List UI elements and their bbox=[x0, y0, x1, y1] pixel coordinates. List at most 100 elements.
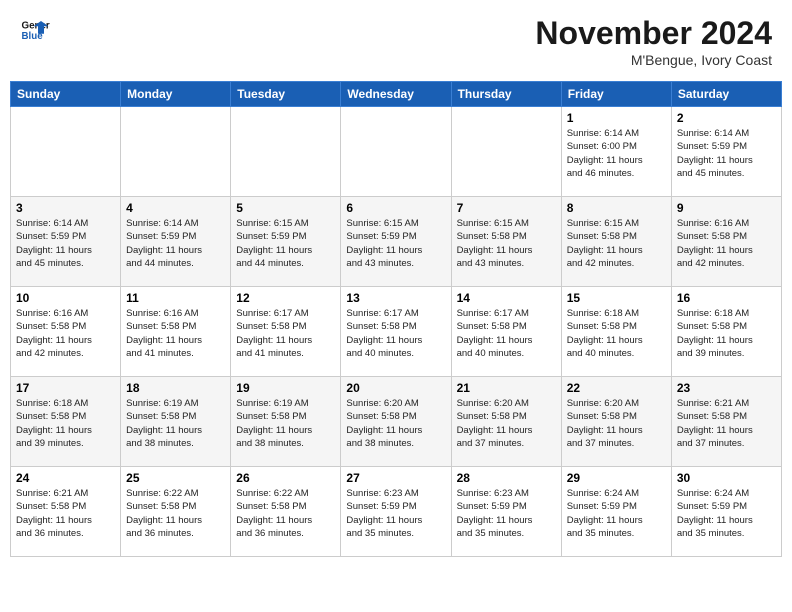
calendar-cell: 9 Sunrise: 6:16 AM Sunset: 5:58 PM Daylig… bbox=[671, 197, 781, 287]
day-info: Sunrise: 6:18 AM Sunset: 5:58 PM Dayligh… bbox=[677, 307, 776, 360]
day-number: 10 bbox=[16, 291, 115, 305]
calendar-week-row: 1 Sunrise: 6:14 AM Sunset: 6:00 PM Daylig… bbox=[11, 107, 782, 197]
day-info: Sunrise: 6:17 AM Sunset: 5:58 PM Dayligh… bbox=[236, 307, 335, 360]
calendar-cell bbox=[451, 107, 561, 197]
calendar-cell: 22 Sunrise: 6:20 AM Sunset: 5:58 PM Dayli… bbox=[561, 377, 671, 467]
day-info: Sunrise: 6:18 AM Sunset: 5:58 PM Dayligh… bbox=[16, 397, 115, 450]
day-info: Sunrise: 6:16 AM Sunset: 5:58 PM Dayligh… bbox=[677, 217, 776, 270]
day-number: 5 bbox=[236, 201, 335, 215]
calendar-cell: 16 Sunrise: 6:18 AM Sunset: 5:58 PM Dayli… bbox=[671, 287, 781, 377]
calendar-week-row: 3 Sunrise: 6:14 AM Sunset: 5:59 PM Daylig… bbox=[11, 197, 782, 287]
day-info: Sunrise: 6:23 AM Sunset: 5:59 PM Dayligh… bbox=[457, 487, 556, 540]
day-info: Sunrise: 6:21 AM Sunset: 5:58 PM Dayligh… bbox=[677, 397, 776, 450]
day-info: Sunrise: 6:20 AM Sunset: 5:58 PM Dayligh… bbox=[346, 397, 445, 450]
day-info: Sunrise: 6:18 AM Sunset: 5:58 PM Dayligh… bbox=[567, 307, 666, 360]
day-number: 27 bbox=[346, 471, 445, 485]
month-title: November 2024 bbox=[535, 15, 772, 52]
calendar-cell bbox=[341, 107, 451, 197]
day-number: 29 bbox=[567, 471, 666, 485]
calendar-header-monday: Monday bbox=[121, 82, 231, 107]
day-number: 15 bbox=[567, 291, 666, 305]
day-number: 21 bbox=[457, 381, 556, 395]
day-number: 16 bbox=[677, 291, 776, 305]
day-info: Sunrise: 6:21 AM Sunset: 5:58 PM Dayligh… bbox=[16, 487, 115, 540]
day-info: Sunrise: 6:22 AM Sunset: 5:58 PM Dayligh… bbox=[236, 487, 335, 540]
day-number: 23 bbox=[677, 381, 776, 395]
day-number: 17 bbox=[16, 381, 115, 395]
calendar-cell: 26 Sunrise: 6:22 AM Sunset: 5:58 PM Dayli… bbox=[231, 467, 341, 557]
calendar-cell: 30 Sunrise: 6:24 AM Sunset: 5:59 PM Dayli… bbox=[671, 467, 781, 557]
day-number: 7 bbox=[457, 201, 556, 215]
logo-icon: General Blue bbox=[20, 15, 50, 45]
calendar-header-tuesday: Tuesday bbox=[231, 82, 341, 107]
calendar-cell: 5 Sunrise: 6:15 AM Sunset: 5:59 PM Daylig… bbox=[231, 197, 341, 287]
calendar-cell: 11 Sunrise: 6:16 AM Sunset: 5:58 PM Dayli… bbox=[121, 287, 231, 377]
calendar-cell: 28Sunrise: 6:23 AM Sunset: 5:59 PM Dayli… bbox=[451, 467, 561, 557]
location-title: M'Bengue, Ivory Coast bbox=[535, 52, 772, 68]
day-info: Sunrise: 6:16 AM Sunset: 5:58 PM Dayligh… bbox=[16, 307, 115, 360]
calendar-cell: 24 Sunrise: 6:21 AM Sunset: 5:58 PM Dayli… bbox=[11, 467, 121, 557]
calendar-cell: 17 Sunrise: 6:18 AM Sunset: 5:58 PM Dayli… bbox=[11, 377, 121, 467]
day-info: Sunrise: 6:20 AM Sunset: 5:58 PM Dayligh… bbox=[457, 397, 556, 450]
calendar-cell bbox=[121, 107, 231, 197]
calendar-cell: 15 Sunrise: 6:18 AM Sunset: 5:58 PM Dayli… bbox=[561, 287, 671, 377]
calendar-week-row: 17 Sunrise: 6:18 AM Sunset: 5:58 PM Dayli… bbox=[11, 377, 782, 467]
day-info: Sunrise: 6:20 AM Sunset: 5:58 PM Dayligh… bbox=[567, 397, 666, 450]
day-number: 14 bbox=[457, 291, 556, 305]
day-number: 1 bbox=[567, 111, 666, 125]
calendar-week-row: 10 Sunrise: 6:16 AM Sunset: 5:58 PM Dayli… bbox=[11, 287, 782, 377]
day-number: 12 bbox=[236, 291, 335, 305]
calendar-cell: 12 Sunrise: 6:17 AM Sunset: 5:58 PM Dayli… bbox=[231, 287, 341, 377]
day-info: Sunrise: 6:14 AM Sunset: 5:59 PM Dayligh… bbox=[677, 127, 776, 180]
day-number: 26 bbox=[236, 471, 335, 485]
day-number: 11 bbox=[126, 291, 225, 305]
calendar-table: SundayMondayTuesdayWednesdayThursdayFrid… bbox=[10, 81, 782, 557]
day-info: Sunrise: 6:17 AM Sunset: 5:58 PM Dayligh… bbox=[457, 307, 556, 360]
day-info: Sunrise: 6:24 AM Sunset: 5:59 PM Dayligh… bbox=[567, 487, 666, 540]
day-info: Sunrise: 6:15 AM Sunset: 5:59 PM Dayligh… bbox=[346, 217, 445, 270]
day-info: Sunrise: 6:14 AM Sunset: 5:59 PM Dayligh… bbox=[16, 217, 115, 270]
calendar-header-wednesday: Wednesday bbox=[341, 82, 451, 107]
logo: General Blue bbox=[20, 15, 54, 45]
calendar-cell: 8 Sunrise: 6:15 AM Sunset: 5:58 PM Daylig… bbox=[561, 197, 671, 287]
day-info: Sunrise: 6:24 AM Sunset: 5:59 PM Dayligh… bbox=[677, 487, 776, 540]
day-info: Sunrise: 6:16 AM Sunset: 5:58 PM Dayligh… bbox=[126, 307, 225, 360]
day-number: 4 bbox=[126, 201, 225, 215]
calendar-cell: 14 Sunrise: 6:17 AM Sunset: 5:58 PM Dayli… bbox=[451, 287, 561, 377]
day-number: 24 bbox=[16, 471, 115, 485]
day-number: 25 bbox=[126, 471, 225, 485]
day-number: 13 bbox=[346, 291, 445, 305]
calendar-header-thursday: Thursday bbox=[451, 82, 561, 107]
day-info: Sunrise: 6:14 AM Sunset: 6:00 PM Dayligh… bbox=[567, 127, 666, 180]
day-info: Sunrise: 6:19 AM Sunset: 5:58 PM Dayligh… bbox=[236, 397, 335, 450]
day-number: 3 bbox=[16, 201, 115, 215]
day-number: 9 bbox=[677, 201, 776, 215]
calendar-cell bbox=[11, 107, 121, 197]
calendar-header-sunday: Sunday bbox=[11, 82, 121, 107]
day-info: Sunrise: 6:19 AM Sunset: 5:58 PM Dayligh… bbox=[126, 397, 225, 450]
day-number: 2 bbox=[677, 111, 776, 125]
day-number: 22 bbox=[567, 381, 666, 395]
day-info: Sunrise: 6:15 AM Sunset: 5:59 PM Dayligh… bbox=[236, 217, 335, 270]
calendar-cell: 19 Sunrise: 6:19 AM Sunset: 5:58 PM Dayli… bbox=[231, 377, 341, 467]
day-info: Sunrise: 6:15 AM Sunset: 5:58 PM Dayligh… bbox=[567, 217, 666, 270]
day-info: Sunrise: 6:15 AM Sunset: 5:58 PM Dayligh… bbox=[457, 217, 556, 270]
calendar-week-row: 24 Sunrise: 6:21 AM Sunset: 5:58 PM Dayli… bbox=[11, 467, 782, 557]
calendar-cell: 25Sunrise: 6:22 AM Sunset: 5:58 PM Dayli… bbox=[121, 467, 231, 557]
day-number: 30 bbox=[677, 471, 776, 485]
calendar-header-saturday: Saturday bbox=[671, 82, 781, 107]
day-number: 8 bbox=[567, 201, 666, 215]
calendar-cell: 13Sunrise: 6:17 AM Sunset: 5:58 PM Dayli… bbox=[341, 287, 451, 377]
calendar-cell bbox=[231, 107, 341, 197]
day-number: 19 bbox=[236, 381, 335, 395]
calendar-cell: 21 Sunrise: 6:20 AM Sunset: 5:58 PM Dayli… bbox=[451, 377, 561, 467]
calendar-cell: 1 Sunrise: 6:14 AM Sunset: 6:00 PM Daylig… bbox=[561, 107, 671, 197]
day-number: 6 bbox=[346, 201, 445, 215]
calendar-header-friday: Friday bbox=[561, 82, 671, 107]
title-block: November 2024 M'Bengue, Ivory Coast bbox=[535, 15, 772, 68]
day-number: 20 bbox=[346, 381, 445, 395]
calendar-cell: 23 Sunrise: 6:21 AM Sunset: 5:58 PM Dayli… bbox=[671, 377, 781, 467]
calendar-cell: 29 Sunrise: 6:24 AM Sunset: 5:59 PM Dayli… bbox=[561, 467, 671, 557]
day-info: Sunrise: 6:14 AM Sunset: 5:59 PM Dayligh… bbox=[126, 217, 225, 270]
calendar-cell: 18Sunrise: 6:19 AM Sunset: 5:58 PM Dayli… bbox=[121, 377, 231, 467]
